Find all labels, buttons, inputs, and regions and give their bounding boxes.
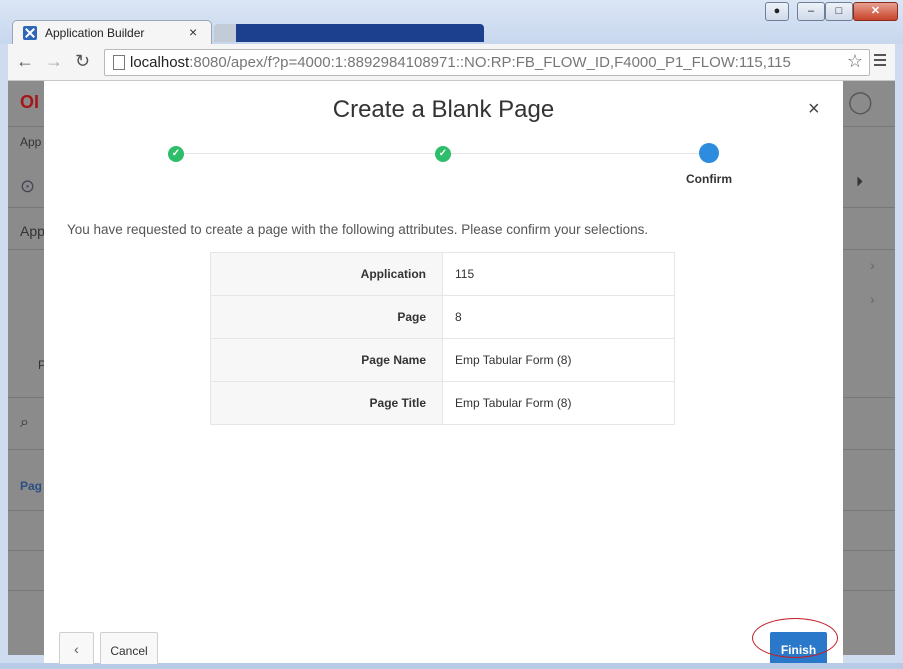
oracle-logo: OI xyxy=(20,92,40,112)
tab-background[interactable] xyxy=(214,24,484,42)
tab-close-icon[interactable]: × xyxy=(189,24,197,40)
attribute-value: 8 xyxy=(442,295,675,339)
reload-icon[interactable]: ↻ xyxy=(75,51,90,72)
close-icon: ✕ xyxy=(870,5,881,17)
table-row: Page Title Emp Tabular Form (8) xyxy=(210,381,675,425)
url-host: localhost xyxy=(130,54,190,71)
forward-arrow-icon[interactable]: → xyxy=(45,51,63,72)
browser-toolbar: ← → ↻ localhost:8080/apex/f?p=4000:1:889… xyxy=(8,44,895,81)
breadcrumb-app: App xyxy=(20,135,42,149)
tab-title: Application Builder xyxy=(45,26,145,40)
chrome-menu-icon[interactable] xyxy=(874,54,886,69)
table-row: Page 8 xyxy=(210,295,675,339)
apex-logo-icon xyxy=(23,26,37,40)
table-row: Page Name Emp Tabular Form (8) xyxy=(210,338,675,382)
attribute-value: 115 xyxy=(442,252,675,296)
step-2-complete-icon: ✓ xyxy=(435,146,451,162)
up-arrow-icon[interactable]: ⊙ xyxy=(20,176,35,197)
previous-button[interactable]: ‹ xyxy=(59,632,94,664)
step-3-current-icon xyxy=(699,143,719,163)
attribute-value: Emp Tabular Form (8) xyxy=(442,338,675,382)
chevron-right-icon[interactable]: › xyxy=(870,291,875,307)
minimize-icon: – xyxy=(807,5,815,17)
url-text[interactable]: localhost:8080/apex/f?p=4000:1:889298410… xyxy=(130,54,791,71)
list-label: Pag xyxy=(20,479,43,493)
browser-window: Application Builder × ● – □ ✕ ← → ↻ loca… xyxy=(0,0,903,664)
user-icon: ● xyxy=(773,5,781,17)
tab-application-builder[interactable]: Application Builder × xyxy=(12,20,212,47)
window-close-button[interactable]: ✕ xyxy=(853,2,898,21)
close-icon[interactable]: × xyxy=(808,98,820,121)
table-row: Application 115 xyxy=(210,252,675,296)
attribute-label: Application xyxy=(210,252,443,296)
user-avatar-icon[interactable]: ◯ xyxy=(848,89,873,115)
user-profile-button[interactable]: ● xyxy=(765,2,789,21)
attribute-label: Page Name xyxy=(210,338,443,382)
dialog-title: Create a Blank Page xyxy=(332,96,555,123)
maximize-button[interactable]: □ xyxy=(825,2,853,21)
url-path: :8080/apex/f?p=4000:1:8892984108971::NO:… xyxy=(189,54,791,71)
create-page-dialog: Create a Blank Page × ✓ ✓ Confirm You ha… xyxy=(44,81,843,664)
run-page-icon[interactable]: ⏵ xyxy=(856,173,863,190)
step-1-complete-icon: ✓ xyxy=(168,146,184,162)
attribute-label: Page xyxy=(210,295,443,339)
chevron-right-icon[interactable]: › xyxy=(870,257,875,273)
tab-background-label xyxy=(254,24,484,42)
attribute-value: Emp Tabular Form (8) xyxy=(442,381,675,425)
step-3-label: Confirm xyxy=(686,172,732,186)
search-icon[interactable]: ⌕ xyxy=(20,414,29,432)
attribute-label: Page Title xyxy=(210,381,443,425)
address-bar[interactable]: localhost:8080/apex/f?p=4000:1:889298410… xyxy=(104,49,870,76)
star-icon[interactable]: ☆ xyxy=(847,51,863,72)
attributes-table: Application 115 Page 8 Page Name Emp Tab… xyxy=(210,252,675,425)
page-icon xyxy=(113,55,125,70)
highlight-ring xyxy=(752,618,838,658)
title-bar: Application Builder × ● – □ ✕ xyxy=(0,0,903,47)
cancel-button[interactable]: Cancel xyxy=(100,632,158,664)
intro-text: You have requested to create a page with… xyxy=(67,222,649,237)
section-label: App xyxy=(20,223,45,239)
back-arrow-icon[interactable]: ← xyxy=(16,51,34,72)
maximize-icon: □ xyxy=(835,5,843,17)
minimize-button[interactable]: – xyxy=(797,2,825,21)
